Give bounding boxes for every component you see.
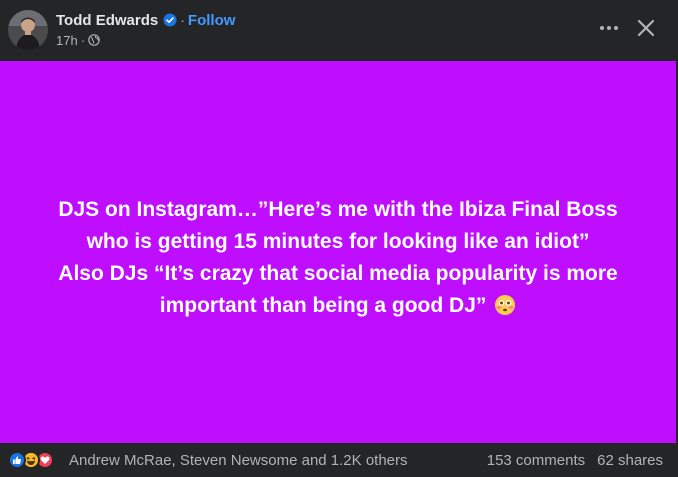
close-icon — [637, 19, 655, 37]
post-text-line: important than being a good DJ” — [159, 294, 487, 317]
post-timestamp[interactable]: 17h — [56, 33, 78, 48]
post-text-line: who is getting 15 minutes for looking li… — [86, 230, 590, 253]
author-line: Todd Edwards · Follow — [56, 10, 235, 30]
post-header: Todd Edwards · Follow 17h · — [0, 0, 678, 60]
post-footer: Andrew McRae, Steven Newsome and 1.2K ot… — [0, 443, 678, 477]
flushed-face-emoji-icon — [494, 294, 516, 316]
reactors-text[interactable]: Andrew McRae, Steven Newsome and 1.2K ot… — [69, 452, 408, 469]
follow-button[interactable]: Follow — [188, 12, 236, 29]
post-text-line: Also DJs “It’s crazy that social media p… — [58, 262, 618, 285]
comments-count-link[interactable]: 153 comments — [487, 452, 585, 469]
more-horizontal-icon — [600, 26, 618, 30]
reaction-summary[interactable] — [8, 451, 54, 469]
post-text-line-last: important than being a good DJ” — [10, 290, 666, 322]
avatar[interactable] — [8, 10, 48, 50]
separator-dot: · — [180, 12, 185, 28]
verified-badge-icon — [163, 13, 177, 27]
engagement-counts: 153 comments 62 shares — [487, 452, 663, 469]
shares-count-link[interactable]: 62 shares — [597, 452, 663, 469]
close-button[interactable] — [630, 12, 662, 44]
post-body: DJS on Instagram…”Here’s me with the Ibi… — [0, 61, 676, 443]
author-name[interactable]: Todd Edwards — [56, 12, 158, 29]
post-text-line: DJS on Instagram…”Here’s me with the Ibi… — [58, 198, 618, 221]
post-meta: 17h · — [56, 32, 100, 48]
post-viewer: Todd Edwards · Follow 17h · DJS on Insta… — [0, 0, 678, 477]
meta-separator: · — [80, 32, 86, 48]
like-icon — [8, 451, 26, 469]
more-options-button[interactable] — [596, 17, 622, 39]
post-text: DJS on Instagram…”Here’s me with the Ibi… — [10, 194, 666, 322]
avatar-image — [8, 10, 48, 50]
globe-icon[interactable] — [88, 34, 100, 46]
